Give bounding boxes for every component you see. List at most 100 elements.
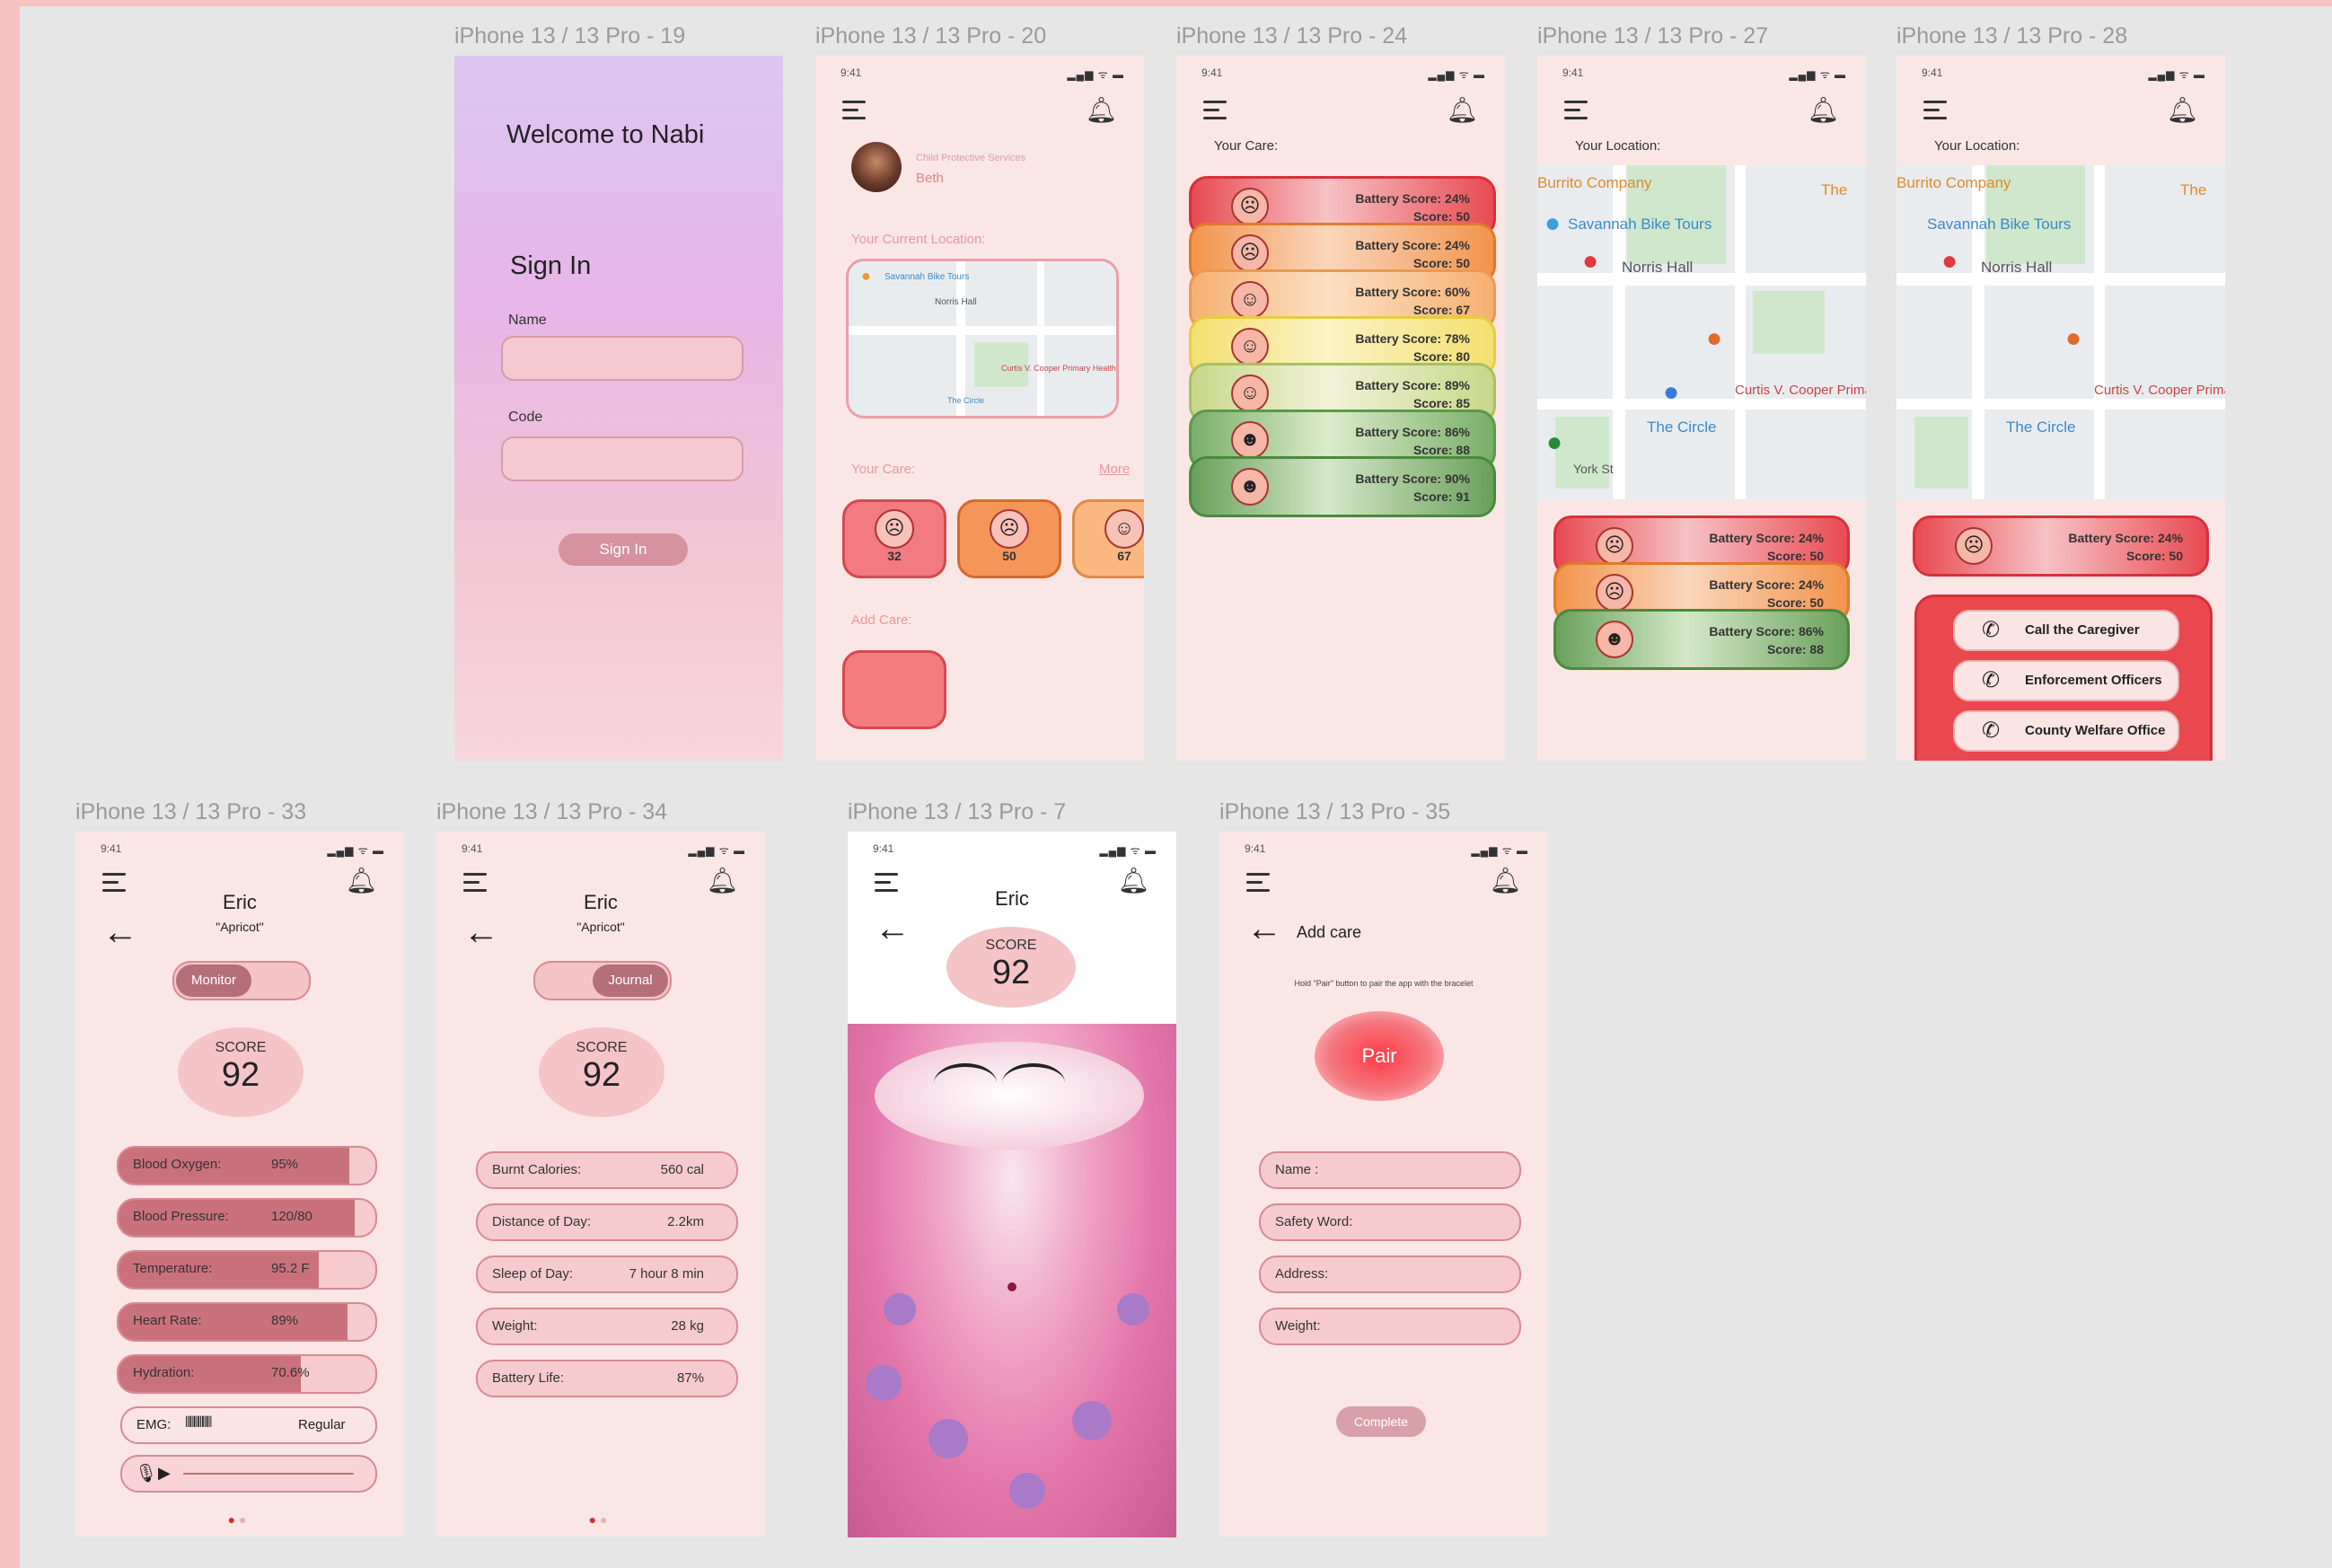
vital-label: Hydration: <box>133 1365 195 1380</box>
care-card[interactable]: ☻ Battery Score: 90% Score: 91 <box>1189 456 1496 517</box>
journal-label: Sleep of Day: <box>492 1266 574 1282</box>
score-value: 92 <box>991 954 1031 991</box>
journal-label: Battery Life: <box>492 1370 565 1386</box>
care-tile[interactable]: ☹ 32 <box>842 499 946 578</box>
map-label: Norris Hall <box>1981 259 2053 276</box>
map-label: Burrito Company <box>1537 174 1652 191</box>
journal-label: Burnt Calories: <box>492 1162 582 1177</box>
care-tile[interactable]: ☺ 67 <box>1072 499 1144 578</box>
menu-icon[interactable] <box>1923 101 1947 120</box>
back-arrow-icon[interactable]: ← <box>102 914 138 950</box>
frame-journal: 9:41 ▂▄▆ ᯤ ▬ 🔔︎ Eric "Apricot" ← Journal… <box>436 832 765 1537</box>
menu-icon[interactable] <box>1203 101 1227 120</box>
map-pin-icon: ● <box>1546 427 1563 457</box>
back-arrow-icon[interactable]: ← <box>1246 911 1282 947</box>
city-map[interactable]: Burrito Company ● Savannah Bike Tours ● … <box>1537 165 1866 499</box>
frame-label: iPhone 13 / 13 Pro - 20 <box>815 23 1047 48</box>
face-icon: ☻ <box>1231 421 1269 459</box>
microphone-icon[interactable]: 🎙︎ <box>135 1462 157 1484</box>
city-map[interactable]: Burrito Company Savannah Bike Tours ● No… <box>1896 165 2225 499</box>
care-tile-score: 50 <box>1002 549 1016 563</box>
add-care-button[interactable] <box>842 650 946 729</box>
frame-photo: 9:41 ▂▄▆ ᯤ ▬ 🔔︎ Eric ← SCORE 92 <box>848 832 1176 1537</box>
emg-waveform: ⫴⫴⫴⫴⫴⫴ <box>185 1415 212 1431</box>
field-label: Address: <box>1275 1266 1329 1282</box>
map-label: York St <box>1573 462 1614 476</box>
status-time: 9:41 <box>1201 66 1223 79</box>
journal-value: 7 hour 8 min <box>629 1266 704 1282</box>
contact-caregiver[interactable]: ✆ Call the Caregiver <box>1953 610 2179 651</box>
mini-map[interactable]: ● Savannah Bike Tours Norris Hall Curtis… <box>846 259 1119 418</box>
map-pin-icon: ● <box>1582 246 1599 276</box>
canvas-top-border <box>0 0 2332 6</box>
menu-icon[interactable] <box>463 873 487 893</box>
back-arrow-icon[interactable]: ← <box>875 911 911 947</box>
face-icon: ☹ <box>990 509 1029 549</box>
face-icon: ☹ <box>1231 234 1269 272</box>
frame-label: iPhone 13 / 13 Pro - 28 <box>1896 23 2128 48</box>
map-pin-icon: ● <box>1544 208 1562 238</box>
code-input[interactable] <box>501 436 744 481</box>
menu-icon[interactable] <box>102 873 126 893</box>
vital-value: 95% <box>271 1157 299 1172</box>
face-icon: ☹ <box>1596 574 1633 612</box>
menu-icon[interactable] <box>842 101 866 120</box>
status-icons: ▂▄▆ ᯤ ▬ <box>1471 844 1528 857</box>
contact-welfare[interactable]: ✆ County Welfare Office <box>1953 710 2179 752</box>
pair-button[interactable]: Pair <box>1315 1011 1444 1101</box>
face-icon: ☺ <box>1231 328 1269 366</box>
frame-care-list: 9:41 ▂▄▆ ᯤ ▬ 🔔︎ Your Care: ☹ Battery Scor… <box>1176 56 1505 761</box>
journal-value: 2.2km <box>667 1214 704 1229</box>
care-card[interactable]: ☹ Battery Score: 24% Score: 50 <box>1913 515 2209 577</box>
menu-icon[interactable] <box>1564 101 1588 120</box>
score-badge: SCORE 92 <box>178 1027 304 1117</box>
toggle-knob: Monitor <box>176 965 251 997</box>
vital-value: 70.6% <box>271 1365 310 1380</box>
add-care-field[interactable]: Safety Word: <box>1259 1203 1521 1241</box>
signin-button[interactable]: Sign In <box>559 533 688 566</box>
vital-row: Heart Rate: 89% <box>117 1302 377 1342</box>
care-tile[interactable]: ☹ 50 <box>957 499 1061 578</box>
signin-title: Sign In <box>510 251 592 280</box>
journal-value: 560 cal <box>660 1162 704 1177</box>
bell-icon[interactable]: 🔔︎ <box>1807 95 1839 125</box>
back-arrow-icon[interactable]: ← <box>463 914 499 950</box>
audio-progress[interactable] <box>183 1473 354 1475</box>
field-label: Weight: <box>1275 1318 1321 1334</box>
vital-value: 95.2 F <box>271 1261 310 1276</box>
menu-icon[interactable] <box>1246 873 1270 893</box>
complete-button[interactable]: Complete <box>1336 1406 1426 1437</box>
bell-icon[interactable]: 🔔︎ <box>1085 95 1117 125</box>
monitor-journal-toggle[interactable]: Journal <box>533 961 672 1000</box>
map-label: The Circle <box>2006 418 2076 436</box>
contact-enforcement[interactable]: ✆ Enforcement Officers <box>1953 660 2179 701</box>
monitor-journal-toggle[interactable]: Monitor <box>172 961 311 1000</box>
location-label: Your Current Location: <box>851 232 986 247</box>
battery-score: Battery Score: 90% <box>1355 471 1470 486</box>
bell-icon[interactable]: 🔔︎ <box>1489 866 1521 895</box>
score-value: Score: 88 <box>1766 642 1824 656</box>
add-care-field[interactable]: Name : <box>1259 1151 1521 1189</box>
location-title: Your Location: <box>1934 138 2020 154</box>
map-label: Curtis V. Cooper Primary Health C <box>2094 383 2225 398</box>
name-input[interactable] <box>501 336 744 381</box>
map-label: Savannah Bike Tours <box>1927 216 2072 233</box>
score-label: SCORE <box>576 1040 628 1055</box>
more-link[interactable]: More <box>1099 462 1130 477</box>
bell-icon[interactable]: 🔔︎ <box>1446 95 1478 125</box>
face-icon: ☺ <box>1104 509 1144 549</box>
bell-icon[interactable]: 🔔︎ <box>2166 95 2198 125</box>
child-name: Eric <box>995 887 1029 910</box>
pair-hint: Hold "Pair" button to pair the app with … <box>1294 979 1474 988</box>
add-care-field[interactable]: Weight: <box>1259 1308 1521 1345</box>
battery-score: Battery Score: 24% <box>2068 531 2183 545</box>
add-care-field[interactable]: Address: <box>1259 1255 1521 1293</box>
care-card[interactable]: ☻ Battery Score: 86% Score: 88 <box>1553 609 1850 670</box>
avatar[interactable] <box>851 142 902 192</box>
map-label: Curtis V. Cooper Primary Health C <box>1735 383 1866 398</box>
journal-label: Distance of Day: <box>492 1214 592 1229</box>
map-label: The Circle <box>947 396 985 405</box>
care-label: Your Care: <box>851 462 916 477</box>
audio-player[interactable]: 🎙︎ ▶ <box>120 1455 377 1493</box>
play-icon[interactable]: ▶ <box>158 1464 171 1483</box>
